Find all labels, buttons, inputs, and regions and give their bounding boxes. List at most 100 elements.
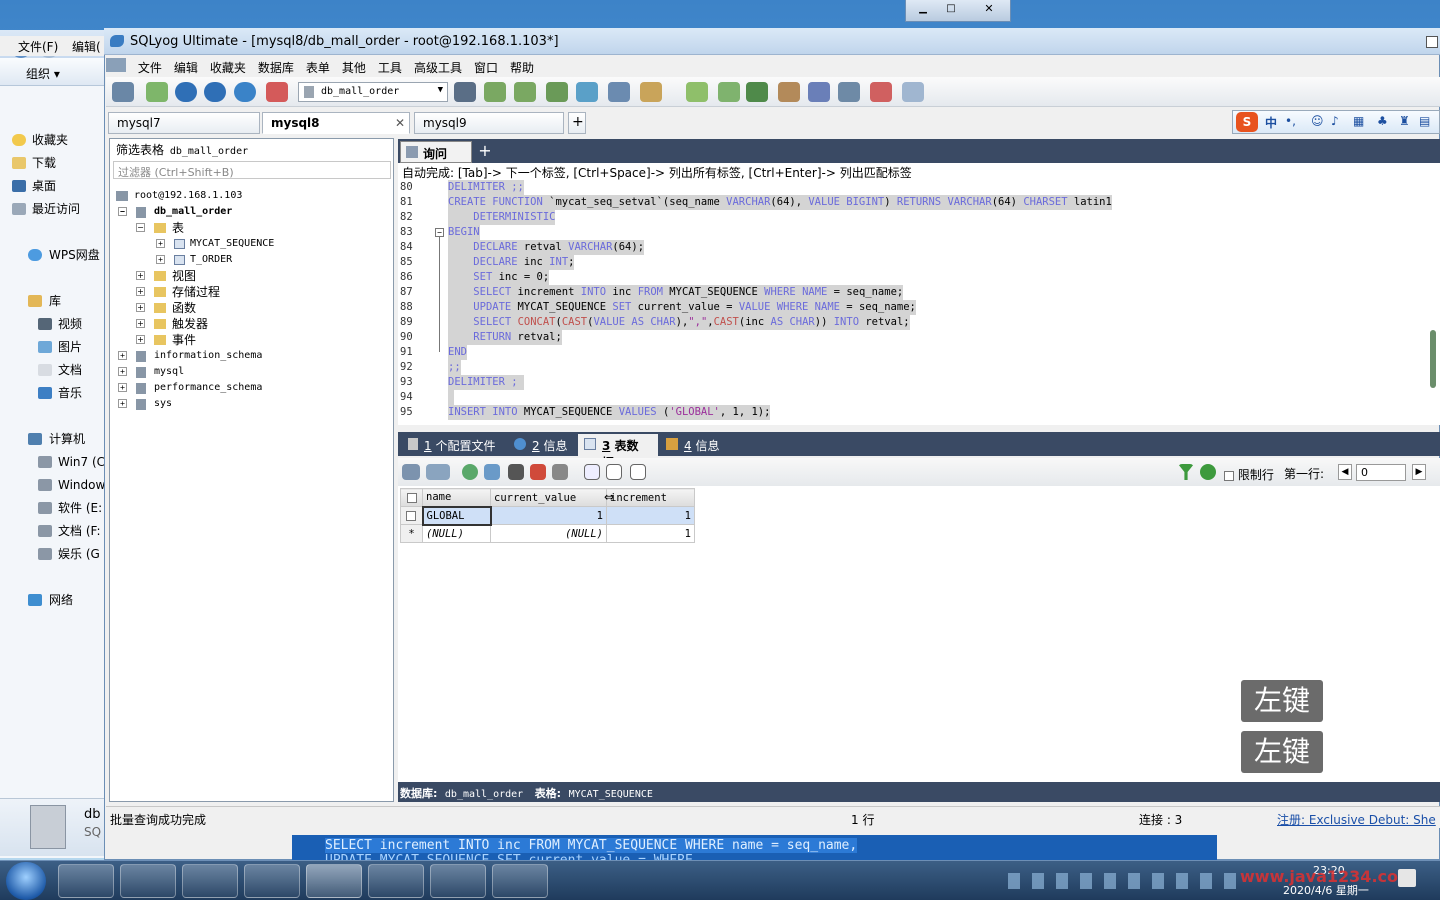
- column-header-name[interactable]: name: [422, 488, 491, 507]
- tree-folder-views[interactable]: + 视图: [112, 268, 274, 284]
- cell-name[interactable]: GLOBAL: [421, 505, 492, 526]
- cell-current-value[interactable]: (NULL): [490, 524, 607, 543]
- ime-shirt-icon[interactable]: ♜: [1399, 114, 1410, 128]
- menu-advanced-tools[interactable]: 高级工具: [408, 56, 468, 76]
- tab-info-4[interactable]: 4 信息: [660, 434, 730, 456]
- new-connection-icon[interactable]: [112, 82, 134, 102]
- column-header-increment[interactable]: increment: [606, 488, 695, 507]
- execute-icon[interactable]: [175, 82, 197, 102]
- tab-mysql8[interactable]: mysql8 ✕: [262, 112, 410, 134]
- collapse-icon[interactable]: −: [136, 223, 145, 232]
- schema-sync-icon[interactable]: [576, 82, 598, 102]
- import-grid-icon[interactable]: [426, 464, 450, 480]
- taskbar-app-sqlyog[interactable]: [306, 864, 362, 898]
- grid-view-icon[interactable]: [584, 464, 600, 480]
- restore-icon[interactable]: [514, 82, 536, 102]
- execute-all-icon[interactable]: [204, 82, 226, 102]
- explorer-menu-file[interactable]: 文件(F): [18, 38, 58, 55]
- taskbar-app-browser[interactable]: [368, 864, 424, 898]
- tree-table-t-order[interactable]: + T_ORDER: [112, 252, 274, 268]
- nav-drive-c[interactable]: Win7 (C: [0, 451, 106, 474]
- maximize-icon[interactable]: □: [940, 3, 962, 17]
- expand-icon[interactable]: +: [136, 271, 145, 280]
- new-query-icon[interactable]: [146, 82, 168, 102]
- taskbar-app-notes[interactable]: [492, 864, 548, 898]
- ime-keyboard-icon[interactable]: ▦: [1353, 114, 1364, 128]
- nav-recent[interactable]: 最近访问: [0, 198, 106, 221]
- table-row-new[interactable]: * (NULL) (NULL) 1: [400, 524, 695, 543]
- refresh-data-icon[interactable]: [1200, 464, 1216, 480]
- database-select[interactable]: db_mall_order ▼: [298, 82, 448, 102]
- tree-db-mysql[interactable]: + mysql: [112, 364, 274, 380]
- nav-computer[interactable]: 计算机: [0, 428, 106, 451]
- add-query-tab-button[interactable]: +: [476, 142, 494, 160]
- menu-other[interactable]: 其他: [336, 56, 372, 76]
- expand-icon[interactable]: +: [118, 351, 127, 360]
- taskbar-app-photos[interactable]: [58, 864, 114, 898]
- export-icon[interactable]: [402, 464, 420, 480]
- ime-punct-icon[interactable]: •,: [1285, 114, 1296, 128]
- select-all-checkbox[interactable]: [400, 488, 423, 507]
- refresh-icon[interactable]: [234, 82, 256, 102]
- import-icon[interactable]: [546, 82, 568, 102]
- app-restore-icon[interactable]: [1426, 36, 1438, 48]
- tree-root[interactable]: root@192.168.1.103: [112, 188, 274, 204]
- row-checkbox[interactable]: [400, 506, 423, 525]
- tab-mysql7[interactable]: mysql7: [108, 112, 260, 134]
- menu-edit[interactable]: 编辑: [168, 56, 204, 76]
- delete-icon[interactable]: [530, 464, 546, 480]
- migration-icon[interactable]: [718, 82, 740, 102]
- scheduler-icon[interactable]: [778, 82, 800, 102]
- tree-db-sys[interactable]: + sys: [112, 396, 274, 412]
- filter-input[interactable]: 过滤器 (Ctrl+Shift+B): [113, 161, 391, 179]
- form-view-icon[interactable]: [606, 464, 622, 480]
- tree-table-mycat-sequence[interactable]: + MYCAT_SEQUENCE: [112, 236, 274, 252]
- taskbar-app-remote[interactable]: [244, 864, 300, 898]
- nav-music[interactable]: 音乐: [0, 382, 106, 405]
- backup-icon[interactable]: [484, 82, 506, 102]
- nav-video[interactable]: 视频: [0, 313, 106, 336]
- insert-row-icon[interactable]: [462, 464, 478, 480]
- expand-icon[interactable]: +: [118, 399, 127, 408]
- expand-icon[interactable]: +: [118, 383, 127, 392]
- menu-table[interactable]: 表单: [300, 56, 336, 76]
- tab-profile[interactable]: 1 个配置文件: [400, 434, 506, 456]
- limit-rows-checkbox[interactable]: 限制行: [1224, 466, 1274, 483]
- sql-editor[interactable]: 80 DELIMITER ;; 81 CREATE FUNCTION `mycat_…: [398, 180, 1440, 425]
- nav-drive-d[interactable]: Window: [0, 474, 106, 497]
- menu-tools[interactable]: 工具: [372, 56, 408, 76]
- expand-icon[interactable]: +: [156, 255, 165, 264]
- editor-scrollbar-thumb[interactable]: [1430, 330, 1436, 388]
- table-row[interactable]: GLOBAL 1 1: [400, 505, 695, 526]
- calendar-icon[interactable]: [870, 82, 892, 102]
- tree-folder-procedures[interactable]: + 存储过程: [112, 284, 274, 300]
- tree-db-information-schema[interactable]: + information_schema: [112, 348, 274, 364]
- designer-icon[interactable]: [686, 82, 708, 102]
- user-icon[interactable]: [454, 82, 476, 102]
- tree-folder-triggers[interactable]: + 触发器: [112, 316, 274, 332]
- grid-icon[interactable]: [902, 82, 924, 102]
- expand-icon[interactable]: +: [136, 287, 145, 296]
- ime-emoji-icon[interactable]: ☺: [1311, 114, 1324, 128]
- filter-icon[interactable]: [1178, 464, 1194, 480]
- organize-button[interactable]: 组织 ▾: [26, 65, 60, 82]
- tab-table-data[interactable]: 3 表数据: [578, 434, 658, 470]
- nav-network[interactable]: 网络: [0, 589, 106, 612]
- nav-wps[interactable]: WPS网盘: [0, 244, 106, 267]
- nav-downloads[interactable]: 下载: [0, 152, 106, 175]
- ime-user-icon[interactable]: ♣: [1377, 114, 1388, 128]
- tab-query[interactable]: 询问: [400, 141, 472, 163]
- close-icon[interactable]: ✕: [974, 2, 1004, 17]
- nav-pictures[interactable]: 图片: [0, 336, 106, 359]
- next-page-button[interactable]: ▶: [1412, 464, 1426, 480]
- ime-tools-icon[interactable]: ▤: [1419, 114, 1430, 128]
- taskbar-app-folder[interactable]: [430, 864, 486, 898]
- cancel-icon[interactable]: [552, 464, 568, 480]
- close-tab-icon[interactable]: ✕: [395, 116, 405, 130]
- compare-icon[interactable]: [746, 82, 768, 102]
- tab-info-2[interactable]: 2 信息: [508, 434, 576, 456]
- expand-icon[interactable]: +: [156, 239, 165, 248]
- tree-folder-events[interactable]: + 事件: [112, 332, 274, 348]
- duplicate-row-icon[interactable]: [484, 464, 500, 480]
- tree-folder-functions[interactable]: + 函数: [112, 300, 274, 316]
